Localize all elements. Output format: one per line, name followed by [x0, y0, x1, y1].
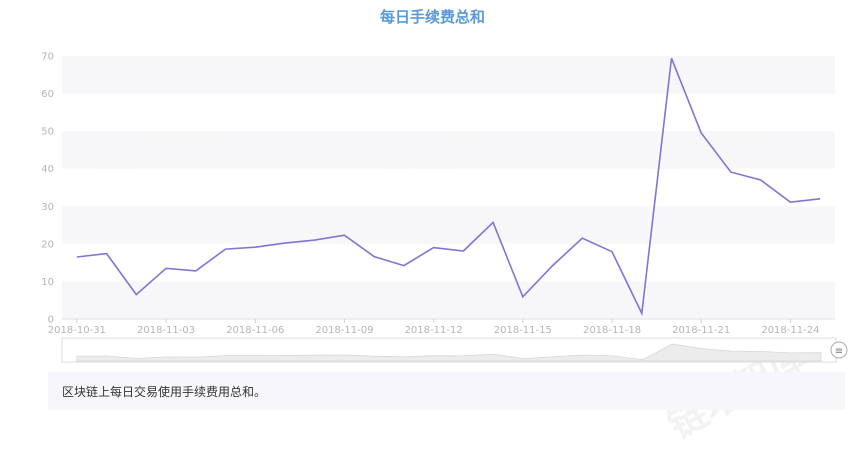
grid-band [62, 56, 835, 94]
y-axis: 0 10 20 30 40 50 60 70 [41, 52, 54, 326]
y-tick-label: 70 [41, 52, 54, 63]
line-chart: 010203040506070 2018-10-31 2018-11-03 2018… [41, 52, 848, 363]
x-tick-label: 2018-11-12 [405, 325, 463, 336]
grid-bands [62, 56, 835, 320]
x-tick-label: 2018-11-09 [315, 325, 373, 336]
y-tick-label: 60 [41, 89, 54, 100]
x-tick-label: 2018-11-06 [226, 325, 284, 336]
y-tick-label: 10 [41, 277, 54, 288]
x-tick-label: 2018-11-18 [583, 325, 641, 336]
grid-band [62, 168, 835, 207]
chart-description: 区块链上每日交易使用手续费用总和。 [48, 372, 845, 410]
grid-band [62, 206, 835, 244]
y-tick-label: 40 [41, 164, 54, 175]
grid-band [62, 93, 835, 132]
grid-band [62, 131, 835, 169]
x-tick-label: 2018-10-31 [48, 325, 106, 336]
x-tick-label: 2018-11-15 [494, 325, 552, 336]
y-tick-label: 30 [41, 202, 54, 213]
x-axis: 2018-10-31 2018-11-03 2018-11-06 2018-11-09… [48, 319, 819, 336]
y-tick-label: 0 [48, 315, 54, 326]
y-tick-label: 20 [41, 239, 54, 250]
x-tick-label: 2018-11-21 [672, 325, 730, 336]
data-zoom-slider: ≡ [61, 337, 848, 363]
grid-band [62, 281, 835, 319]
slider-handle-glyph: ≡ [835, 346, 843, 357]
y-tick-label: 50 [41, 127, 54, 138]
x-tick-label: 2018-11-24 [761, 325, 819, 336]
x-tick-label: 2018-11-03 [137, 325, 195, 336]
description-text: 区块链上每日交易使用手续费用总和。 [62, 384, 267, 399]
